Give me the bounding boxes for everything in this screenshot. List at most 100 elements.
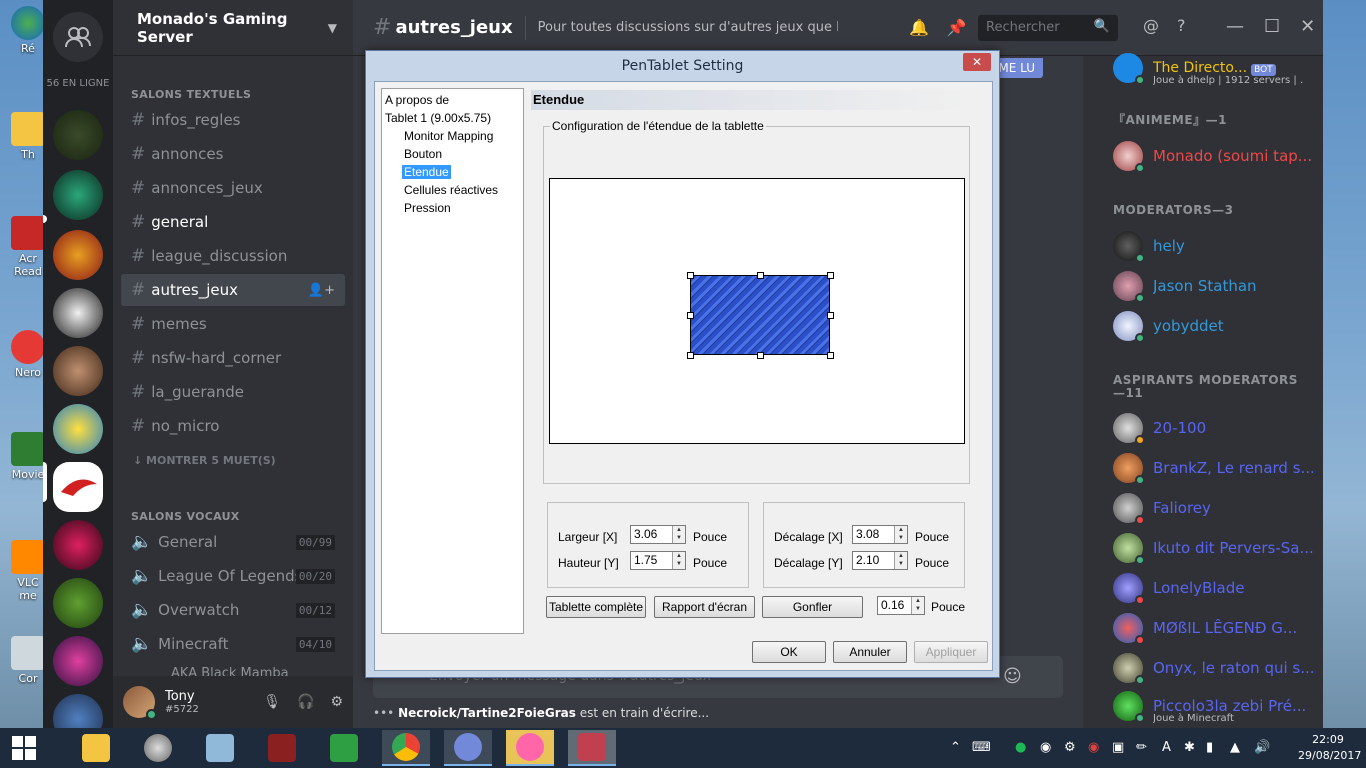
voice-channel-general[interactable]: 🔈 General 00/99 (121, 526, 345, 558)
cancel-button[interactable]: Annuler (833, 641, 907, 663)
server-icon[interactable] (53, 578, 103, 628)
member-item[interactable]: Monado (soumi tap... (1113, 136, 1313, 176)
member-item[interactable]: hely (1113, 226, 1313, 266)
server-icon[interactable] (53, 636, 103, 686)
stepper-arrows-icon[interactable]: ▲ ▼ (672, 552, 685, 569)
pen-icon[interactable]: ✏ (1136, 740, 1147, 755)
voice-channels-category[interactable]: SALONS VOCAUX (131, 510, 240, 523)
gear-icon[interactable]: ⚙ (330, 694, 343, 710)
desktop-icon-nero[interactable]: Nero (8, 330, 48, 379)
stepper-arrows-icon[interactable]: ▲ ▼ (894, 552, 907, 569)
minimize-icon[interactable]: — (1226, 16, 1244, 37)
desktop-icon-network[interactable]: Ré (8, 6, 48, 55)
start-button[interactable] (0, 730, 48, 766)
ime-indicator[interactable]: A (1162, 740, 1171, 755)
desktop-icon-recycle[interactable]: Cor (8, 636, 48, 685)
server-icon[interactable] (53, 230, 103, 280)
spotify-icon[interactable]: ● (1015, 740, 1026, 755)
show-muted-button[interactable]: ↓ MONTRER 5 MUET(S) (133, 454, 276, 467)
wifi-icon[interactable]: ▲ (1230, 740, 1240, 755)
steam-icon[interactable]: ⚙ (1064, 740, 1076, 755)
width-stepper[interactable]: 3.06 ▲ ▼ (630, 525, 686, 544)
server-icon[interactable] (53, 404, 103, 454)
battery-icon[interactable]: ▮ (1206, 740, 1213, 755)
full-tablet-button[interactable]: Tablette complète (546, 596, 646, 618)
channel-league-discussion[interactable]: # league_discussion (121, 240, 345, 272)
inflate-stepper[interactable]: 0.16 ▲ ▼ (877, 596, 925, 615)
bell-icon[interactable]: 🔔 (909, 18, 929, 37)
channel-topic[interactable]: Pour toutes discussions sur d'autres jeu… (538, 20, 838, 35)
channel-annonces[interactable]: # annonces (121, 138, 345, 170)
tree-item-bouton[interactable]: Bouton (404, 147, 442, 161)
discord-tray-icon[interactable]: ◉ (1040, 740, 1051, 755)
tablet-tray-icon[interactable]: ▣ (1112, 740, 1124, 755)
member-item[interactable]: Piccolo3la zebi Pré... Joue à Minecraft (1113, 686, 1313, 726)
taskbar-game[interactable] (258, 730, 306, 766)
mention-icon[interactable]: @ (1143, 16, 1159, 35)
taskbar-speaker-app[interactable] (134, 730, 182, 766)
desktop-icon-movie[interactable]: Movie (8, 432, 48, 481)
member-item[interactable]: Jason Stathan (1113, 266, 1313, 306)
channel-infos-regles[interactable]: # infos_regles (121, 104, 345, 136)
voice-channel-minecraft[interactable]: 🔈 Minecraft 04/10 (121, 628, 345, 660)
member-item[interactable]: Ikuto dit Pervers-Sa... (1113, 528, 1313, 568)
taskbar-store[interactable] (320, 730, 368, 766)
resize-handle[interactable] (757, 272, 764, 279)
taskbar-pentablet[interactable] (568, 730, 616, 766)
channel-memes[interactable]: # memes (121, 308, 345, 340)
voice-user[interactable]: AKA Black Mamba (171, 666, 289, 676)
pin-icon[interactable]: 📌 (947, 18, 967, 37)
tree-item-pression[interactable]: Pression (404, 201, 451, 215)
bluetooth-icon[interactable]: ✱ (1184, 740, 1195, 755)
headphones-icon[interactable]: 🎧 (297, 694, 314, 710)
taskbar-monitor-app[interactable] (196, 730, 244, 766)
tree-item-tablet[interactable]: Tablet 1 (9.00x5.75) (385, 111, 491, 125)
channel-general[interactable]: # general (121, 206, 345, 238)
desktop-icon-acrobat[interactable]: Acr Read (8, 216, 48, 278)
voice-channel-overwatch[interactable]: 🔈 Overwatch 00/12 (121, 594, 345, 626)
help-icon[interactable]: ? (1177, 16, 1186, 35)
text-channels-category[interactable]: SALONS TEXTUELS (131, 88, 251, 101)
resize-handle[interactable] (687, 352, 694, 359)
server-icon[interactable] (53, 288, 103, 338)
resize-handle[interactable] (827, 312, 834, 319)
height-stepper[interactable]: 1.75 ▲ ▼ (630, 551, 686, 570)
inflate-button[interactable]: Gonfler (762, 596, 863, 618)
channel-annonces-jeux[interactable]: # annonces_jeux (121, 172, 345, 204)
avatar[interactable] (123, 686, 157, 720)
taskbar-chrome[interactable] (382, 730, 430, 766)
screen-ratio-button[interactable]: Rapport d'écran (654, 596, 755, 618)
emoji-icon[interactable]: ☺ (1003, 666, 1022, 687)
member-bot[interactable]: The Directo... BOT Joue à dhelp | 1912 se… (1113, 48, 1313, 88)
channel-autres-jeux[interactable]: # autres_jeux 👤+ (121, 274, 345, 306)
stepper-arrows-icon[interactable]: ▲ ▼ (911, 597, 924, 614)
member-item[interactable]: MØßIL LÊGENÐ G... (1113, 608, 1313, 648)
keyboard-icon[interactable]: ⌨ (972, 740, 991, 755)
server-icon[interactable] (53, 520, 103, 570)
member-item[interactable]: yobyddet (1113, 306, 1313, 346)
microphone-icon[interactable]: 🎙 (263, 694, 281, 710)
tree-item-monitor-mapping[interactable]: Monitor Mapping (404, 129, 493, 143)
close-button[interactable]: ✕ (963, 53, 991, 71)
maximize-icon[interactable]: ☐ (1264, 16, 1280, 37)
desktop-icon-vlc[interactable]: VLC me (8, 540, 48, 602)
member-item[interactable]: Faliorey (1113, 488, 1313, 528)
active-area-rectangle[interactable] (690, 275, 830, 355)
taskbar-osu[interactable] (506, 730, 554, 766)
desktop-icon-folder[interactable]: Th (8, 112, 48, 161)
taskbar-explorer[interactable] (72, 730, 120, 766)
apply-button[interactable]: Appliquer (914, 641, 988, 663)
channel-no-micro[interactable]: # no_micro (121, 410, 345, 442)
channel-la-guerande[interactable]: # la_guerande (121, 376, 345, 408)
resize-handle[interactable] (827, 352, 834, 359)
offset-x-stepper[interactable]: 3.08 ▲ ▼ (852, 525, 908, 544)
server-header[interactable]: Monado's Gaming Server ▼ (113, 0, 353, 56)
resize-handle[interactable] (687, 312, 694, 319)
search-input[interactable]: Rechercher 🔍 (978, 15, 1118, 41)
member-item[interactable]: LonelyBlade (1113, 568, 1313, 608)
tree-item-cellules[interactable]: Cellules réactives (404, 183, 498, 197)
channel-nsfw-hard-corner[interactable]: # nsfw-hard_corner (121, 342, 345, 374)
server-icon[interactable] (53, 346, 103, 396)
tree-item-about[interactable]: A propos de (385, 93, 449, 107)
ok-button[interactable]: OK (752, 641, 826, 663)
